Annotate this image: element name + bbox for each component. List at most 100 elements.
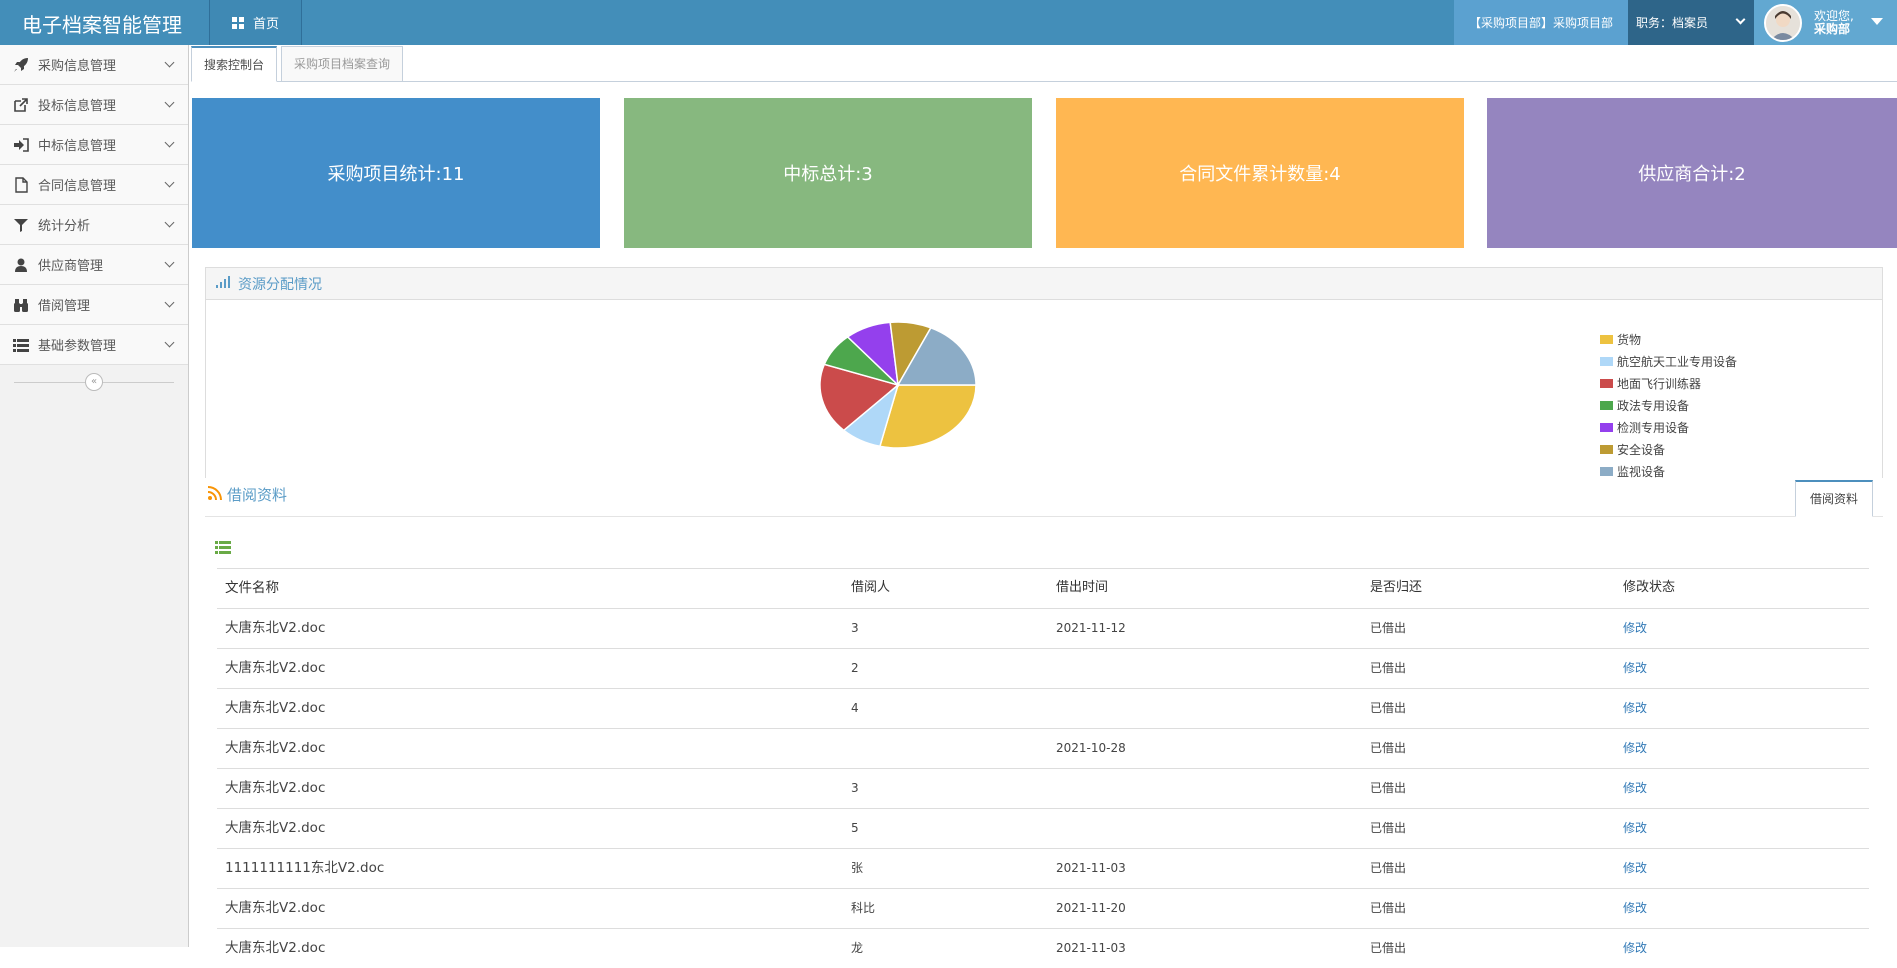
borrower-cell: 科比 (851, 901, 876, 915)
legend-swatch (1600, 334, 1613, 344)
legend-label: 航空航天工业专用设备 (1617, 354, 1738, 369)
sidebar-item-params[interactable]: 基础参数管理 (0, 325, 188, 365)
sign-in-icon (12, 137, 30, 153)
tile-label: 供应商合计:2 (1638, 164, 1746, 185)
file-name-cell: 大唐东北V2.doc (225, 780, 326, 796)
chevron-down-icon (164, 97, 175, 108)
edit-link[interactable]: 修改 (1623, 929, 1647, 967)
tab-archive-query[interactable]: 采购项目档案查询 (281, 46, 404, 82)
legend-label: 安全设备 (1617, 442, 1666, 457)
table-row: 大唐东北V2.doc 5 已借出 修改 (217, 808, 1869, 848)
sidebar-item-label: 基础参数管理 (38, 339, 117, 354)
file-name-cell: 大唐东北V2.doc (225, 700, 326, 716)
chevron-down-icon (164, 57, 175, 68)
pie-chart (819, 321, 977, 449)
sidebar-item-bidding[interactable]: 投标信息管理 (0, 85, 188, 125)
role-dropdown[interactable]: 职务：档案员 (1628, 0, 1754, 45)
rss-icon (207, 485, 222, 504)
chevron-down-icon (1735, 14, 1746, 25)
column-header: 借出时间 (1056, 580, 1109, 595)
stat-tile-suppliers[interactable]: 供应商合计:2 (1487, 98, 1897, 248)
file-name-cell: 大唐东北V2.doc (225, 900, 326, 916)
borrow-table: 文件名称 借阅人 借出时间 是否归还 修改状态 大唐东北V2.doc 3 202… (217, 568, 1869, 968)
edit-link[interactable]: 修改 (1623, 689, 1647, 727)
edit-link[interactable]: 修改 (1623, 889, 1647, 927)
borrower-cell: 5 (851, 821, 859, 835)
legend-item: 安全设备 (1600, 438, 1737, 460)
avatar (1764, 3, 1802, 42)
file-name-cell: 大唐东北V2.doc (225, 940, 326, 956)
edit-link[interactable]: 修改 (1623, 609, 1647, 647)
signal-bars-icon (216, 275, 230, 292)
borrower-cell: 2 (851, 661, 859, 675)
borrower-cell: 3 (851, 621, 859, 635)
tab-borrow[interactable]: 借阅资料 (1795, 480, 1873, 517)
stat-tile-awards[interactable]: 中标总计:3 (624, 98, 1032, 248)
stat-tile-contracts[interactable]: 合同文件累计数量:4 (1056, 98, 1464, 248)
sidebar-item-borrow[interactable]: 借阅管理 (0, 285, 188, 325)
user-name: 采购部 (1814, 21, 1851, 36)
tile-label: 采购项目统计:11 (327, 164, 465, 185)
dashboard-icon (231, 16, 244, 29)
edit-link[interactable]: 修改 (1623, 849, 1647, 887)
chart-legend: 货物 航空航天工业专用设备 地面飞行训练器 政法专用设备 检测专用设备 安全设备 监视设备 (1600, 328, 1737, 482)
column-header: 修改状态 (1623, 580, 1676, 595)
legend-swatch (1600, 400, 1613, 410)
column-header: 是否归还 (1370, 580, 1423, 595)
table-row: 大唐东北V2.doc 2 已借出 修改 (217, 648, 1869, 688)
table-row: 大唐东北V2.doc 4 已借出 修改 (217, 688, 1869, 728)
legend-item: 政法专用设备 (1600, 394, 1737, 416)
chart-header: 资源分配情况 (206, 268, 1882, 300)
sidebar-item-contract[interactable]: 合同信息管理 (0, 165, 188, 205)
legend-swatch (1600, 356, 1613, 366)
resource-chart-panel: 资源分配情况 货物 航空航天工业专用设备 地面飞行训练器 政法专用设备 检测专用设备 安全… (205, 267, 1883, 479)
sidebar-collapse-row: « (0, 365, 188, 399)
stat-tile-projects[interactable]: 采购项目统计:11 (192, 98, 600, 248)
edit-link[interactable]: 修改 (1623, 649, 1647, 687)
return-status-cell: 已借出 (1370, 861, 1407, 875)
tile-label: 中标总计:3 (783, 164, 873, 185)
edit-link[interactable]: 修改 (1623, 729, 1647, 767)
legend-label: 监视设备 (1617, 464, 1666, 479)
home-label: 首页 (252, 17, 279, 32)
return-status-cell: 已借出 (1370, 661, 1407, 675)
sidebar-item-label: 供应商管理 (38, 259, 104, 274)
edit-link[interactable]: 修改 (1623, 769, 1647, 807)
double-angle-left-icon[interactable]: « (85, 373, 103, 391)
home-tab[interactable]: 首页 (209, 0, 302, 45)
filter-icon (12, 217, 30, 233)
file-icon (12, 176, 30, 193)
welcome-text: 欢迎您, (1814, 8, 1854, 23)
user-greeting: 欢迎您, 采购部 (1814, 8, 1854, 36)
legend-item: 检测专用设备 (1600, 416, 1737, 438)
borrower-cell: 4 (851, 701, 859, 715)
legend-label: 地面飞行训练器 (1617, 376, 1702, 391)
table-row: 1111111111东北V2.doc 张 2021-11-03 已借出 修改 (217, 848, 1869, 888)
sidebar-item-procurement[interactable]: 采购信息管理 (0, 45, 188, 85)
borrow-date-cell: 2021-10-28 (1056, 741, 1126, 755)
borrower-cell: 3 (851, 781, 859, 795)
user-menu[interactable]: 欢迎您, 采购部 (1754, 0, 1897, 45)
sidebar-item-statistics[interactable]: 统计分析 (0, 205, 188, 245)
app-brand[interactable]: 电子档案智能管理 (22, 9, 182, 38)
borrow-date-cell: 2021-11-03 (1056, 941, 1126, 955)
return-status-cell: 已借出 (1370, 901, 1407, 915)
chevron-down-icon (164, 217, 175, 228)
chevron-down-icon (164, 177, 175, 188)
rocket-icon (12, 57, 30, 73)
binoculars-icon (12, 297, 30, 313)
edit-link[interactable]: 修改 (1623, 809, 1647, 847)
file-name-cell: 大唐东北V2.doc (225, 820, 326, 836)
borrow-date-cell: 2021-11-12 (1056, 621, 1126, 635)
table-row: 大唐东北V2.doc 3 已借出 修改 (217, 768, 1869, 808)
legend-item: 地面飞行训练器 (1600, 372, 1737, 394)
caret-down-icon (1871, 18, 1883, 25)
legend-swatch (1600, 378, 1613, 388)
chevron-down-icon (164, 297, 175, 308)
legend-label: 检测专用设备 (1617, 420, 1690, 435)
chevron-down-icon (164, 137, 175, 148)
tab-search-console[interactable]: 搜索控制台 (191, 46, 278, 82)
user-icon (12, 257, 30, 273)
sidebar-item-supplier[interactable]: 供应商管理 (0, 245, 188, 285)
sidebar-item-award[interactable]: 中标信息管理 (0, 125, 188, 165)
